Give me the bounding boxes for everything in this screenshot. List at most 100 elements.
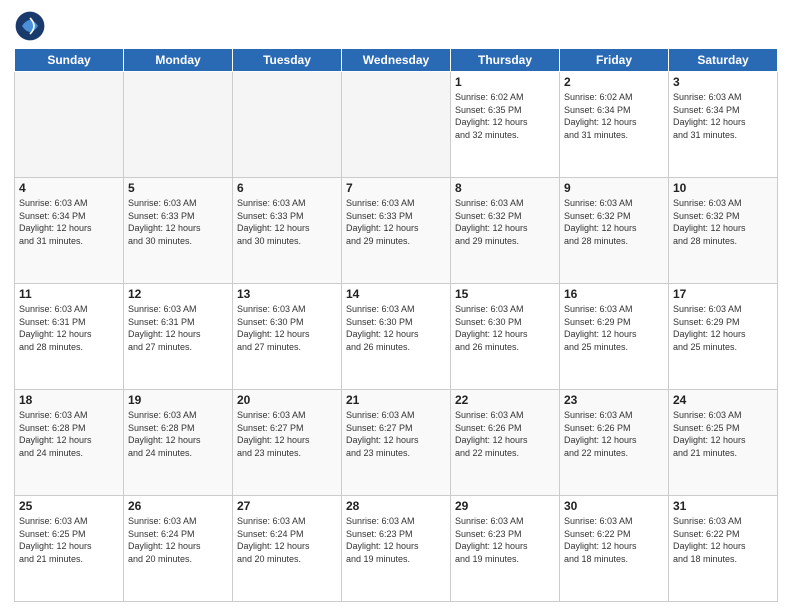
week-row-5: 25 Sunrise: 6:03 AM Sunset: 6:25 PM Dayli… (15, 496, 778, 602)
day-number: 5 (128, 181, 228, 195)
day-number: 19 (128, 393, 228, 407)
calendar-cell: 21Sunrise: 6:03 AM Sunset: 6:27 PM Dayli… (342, 390, 451, 496)
weekday-header-tuesday: Tuesday (233, 49, 342, 72)
day-number: 22 (455, 393, 555, 407)
day-info: Sunrise: 6:03 AM Sunset: 6:27 PM Dayligh… (237, 409, 337, 459)
day-number: 10 (673, 181, 773, 195)
day-number: 27 (237, 499, 337, 513)
calendar-cell: 23Sunrise: 6:03 AM Sunset: 6:26 PM Dayli… (560, 390, 669, 496)
calendar-cell: 9 Sunrise: 6:03 AM Sunset: 6:32 PM Daylig… (560, 178, 669, 284)
calendar-cell: 5 Sunrise: 6:03 AM Sunset: 6:33 PM Daylig… (124, 178, 233, 284)
calendar-cell: 4 Sunrise: 6:03 AM Sunset: 6:34 PM Daylig… (15, 178, 124, 284)
day-info: Sunrise: 6:03 AM Sunset: 6:33 PM Dayligh… (237, 197, 337, 247)
day-info: Sunrise: 6:03 AM Sunset: 6:30 PM Dayligh… (237, 303, 337, 353)
weekday-header-monday: Monday (124, 49, 233, 72)
calendar-cell: 31 Sunrise: 6:03 AM Sunset: 6:22 PM Dayli… (669, 496, 778, 602)
calendar-cell: 15 Sunrise: 6:03 AM Sunset: 6:30 PM Dayli… (451, 284, 560, 390)
day-info: Sunrise: 6:03 AM Sunset: 6:22 PM Dayligh… (564, 515, 664, 565)
calendar-cell: 2 Sunrise: 6:02 AM Sunset: 6:34 PM Daylig… (560, 72, 669, 178)
calendar-cell: 22 Sunrise: 6:03 AM Sunset: 6:26 PM Dayli… (451, 390, 560, 496)
calendar-table: SundayMondayTuesdayWednesdayThursdayFrid… (14, 48, 778, 602)
calendar-cell (15, 72, 124, 178)
day-info: Sunrise: 6:03 AM Sunset: 6:26 PM Dayligh… (455, 409, 555, 459)
week-row-4: 18 Sunrise: 6:03 AM Sunset: 6:28 PM Dayli… (15, 390, 778, 496)
calendar-cell: 18Sunrise: 6:03 AM Sunset: 6:28 PM Dayli… (15, 390, 124, 496)
day-info: Sunrise: 6:03 AM Sunset: 6:29 PM Dayligh… (673, 303, 773, 353)
day-info: Sunrise: 6:03 AM Sunset: 6:22 PM Dayligh… (673, 515, 773, 565)
day-number: 29 (455, 499, 555, 513)
calendar-cell: 11 Sunrise: 6:03 AM Sunset: 6:31 PM Dayli… (15, 284, 124, 390)
day-number: 13 (237, 287, 337, 301)
weekday-header-sunday: Sunday (15, 49, 124, 72)
day-info: Sunrise: 6:03 AM Sunset: 6:33 PM Dayligh… (346, 197, 446, 247)
calendar-cell: 1Sunrise: 6:02 AM Sunset: 6:35 PM Daylig… (451, 72, 560, 178)
week-row-3: 11 Sunrise: 6:03 AM Sunset: 6:31 PM Dayli… (15, 284, 778, 390)
day-info: Sunrise: 6:03 AM Sunset: 6:23 PM Dayligh… (346, 515, 446, 565)
calendar-cell: 25 Sunrise: 6:03 AM Sunset: 6:25 PM Dayli… (15, 496, 124, 602)
day-info: Sunrise: 6:03 AM Sunset: 6:31 PM Dayligh… (128, 303, 228, 353)
day-number: 21 (346, 393, 446, 407)
weekday-header-wednesday: Wednesday (342, 49, 451, 72)
day-info: Sunrise: 6:03 AM Sunset: 6:24 PM Dayligh… (128, 515, 228, 565)
day-number: 8 (455, 181, 555, 195)
day-number: 6 (237, 181, 337, 195)
day-info: Sunrise: 6:03 AM Sunset: 6:28 PM Dayligh… (128, 409, 228, 459)
weekday-header-saturday: Saturday (669, 49, 778, 72)
calendar-cell: 10 Sunrise: 6:03 AM Sunset: 6:32 PM Dayli… (669, 178, 778, 284)
day-info: Sunrise: 6:03 AM Sunset: 6:29 PM Dayligh… (564, 303, 664, 353)
day-info: Sunrise: 6:03 AM Sunset: 6:33 PM Dayligh… (128, 197, 228, 247)
day-number: 16 (564, 287, 664, 301)
day-number: 17 (673, 287, 773, 301)
day-number: 4 (19, 181, 119, 195)
calendar-cell: 27 Sunrise: 6:03 AM Sunset: 6:24 PM Dayli… (233, 496, 342, 602)
calendar-cell: 6 Sunrise: 6:03 AM Sunset: 6:33 PM Daylig… (233, 178, 342, 284)
day-number: 11 (19, 287, 119, 301)
calendar-cell: 12 Sunrise: 6:03 AM Sunset: 6:31 PM Dayli… (124, 284, 233, 390)
day-info: Sunrise: 6:03 AM Sunset: 6:34 PM Dayligh… (19, 197, 119, 247)
calendar-cell: 7 Sunrise: 6:03 AM Sunset: 6:33 PM Daylig… (342, 178, 451, 284)
calendar-cell: 17 Sunrise: 6:03 AM Sunset: 6:29 PM Dayli… (669, 284, 778, 390)
calendar-cell (124, 72, 233, 178)
day-info: Sunrise: 6:03 AM Sunset: 6:24 PM Dayligh… (237, 515, 337, 565)
calendar-cell: 13 Sunrise: 6:03 AM Sunset: 6:30 PM Dayli… (233, 284, 342, 390)
day-number: 15 (455, 287, 555, 301)
day-number: 3 (673, 75, 773, 89)
calendar-cell: 16 Sunrise: 6:03 AM Sunset: 6:29 PM Dayli… (560, 284, 669, 390)
calendar-cell: 14Sunrise: 6:03 AM Sunset: 6:30 PM Dayli… (342, 284, 451, 390)
day-info: Sunrise: 6:03 AM Sunset: 6:25 PM Dayligh… (673, 409, 773, 459)
day-info: Sunrise: 6:03 AM Sunset: 6:30 PM Dayligh… (455, 303, 555, 353)
day-number: 20 (237, 393, 337, 407)
day-number: 23 (564, 393, 664, 407)
day-number: 31 (673, 499, 773, 513)
calendar-cell: 3 Sunrise: 6:03 AM Sunset: 6:34 PM Daylig… (669, 72, 778, 178)
weekday-header-row: SundayMondayTuesdayWednesdayThursdayFrid… (15, 49, 778, 72)
calendar-cell: 24Sunrise: 6:03 AM Sunset: 6:25 PM Dayli… (669, 390, 778, 496)
day-info: Sunrise: 6:02 AM Sunset: 6:35 PM Dayligh… (455, 91, 555, 141)
day-number: 28 (346, 499, 446, 513)
day-info: Sunrise: 6:02 AM Sunset: 6:34 PM Dayligh… (564, 91, 664, 141)
day-info: Sunrise: 6:03 AM Sunset: 6:25 PM Dayligh… (19, 515, 119, 565)
calendar-cell: 26 Sunrise: 6:03 AM Sunset: 6:24 PM Dayli… (124, 496, 233, 602)
day-number: 9 (564, 181, 664, 195)
header (14, 10, 778, 42)
calendar-cell: 20 Sunrise: 6:03 AM Sunset: 6:27 PM Dayli… (233, 390, 342, 496)
weekday-header-thursday: Thursday (451, 49, 560, 72)
day-number: 12 (128, 287, 228, 301)
day-info: Sunrise: 6:03 AM Sunset: 6:31 PM Dayligh… (19, 303, 119, 353)
logo-icon (14, 10, 46, 42)
day-number: 18 (19, 393, 119, 407)
calendar-cell: 29Sunrise: 6:03 AM Sunset: 6:23 PM Dayli… (451, 496, 560, 602)
day-info: Sunrise: 6:03 AM Sunset: 6:34 PM Dayligh… (673, 91, 773, 141)
day-number: 26 (128, 499, 228, 513)
calendar-cell (342, 72, 451, 178)
calendar-cell: 19 Sunrise: 6:03 AM Sunset: 6:28 PM Dayli… (124, 390, 233, 496)
calendar-cell: 8Sunrise: 6:03 AM Sunset: 6:32 PM Daylig… (451, 178, 560, 284)
day-info: Sunrise: 6:03 AM Sunset: 6:30 PM Dayligh… (346, 303, 446, 353)
day-number: 2 (564, 75, 664, 89)
day-info: Sunrise: 6:03 AM Sunset: 6:32 PM Dayligh… (673, 197, 773, 247)
calendar-cell (233, 72, 342, 178)
day-number: 25 (19, 499, 119, 513)
day-number: 7 (346, 181, 446, 195)
calendar-cell: 28 Sunrise: 6:03 AM Sunset: 6:23 PM Dayli… (342, 496, 451, 602)
day-info: Sunrise: 6:03 AM Sunset: 6:32 PM Dayligh… (564, 197, 664, 247)
